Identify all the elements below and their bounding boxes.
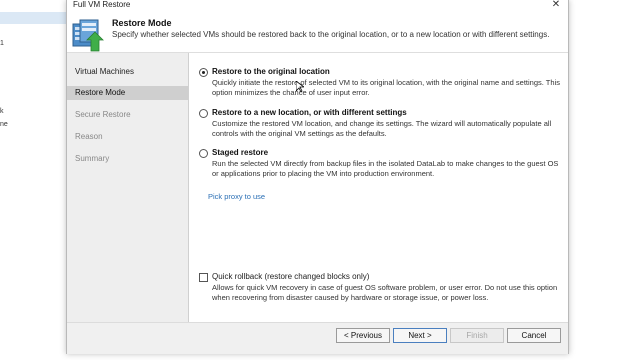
- background-app-area: [567, 0, 640, 360]
- quick-rollback-checkbox[interactable]: [199, 273, 208, 282]
- radio-original-location[interactable]: [199, 68, 208, 77]
- option-label[interactable]: Restore to the original location: [212, 67, 330, 76]
- option-description: Customize the restored VM location, and …: [212, 119, 552, 138]
- pick-proxy-link[interactable]: Pick proxy to use: [208, 192, 265, 201]
- option-label[interactable]: Staged restore: [212, 148, 268, 157]
- cancel-button[interactable]: Cancel: [507, 328, 561, 343]
- radio-new-location[interactable]: [199, 109, 208, 118]
- previous-button[interactable]: < Previous: [336, 328, 390, 343]
- quick-rollback-label[interactable]: Quick rollback (restore changed blocks o…: [212, 272, 369, 281]
- finish-button[interactable]: Finish: [450, 328, 504, 343]
- page-description: Specify whether selected VMs should be r…: [112, 30, 550, 39]
- restore-vm-icon: [72, 19, 104, 52]
- background-text-fragment: k: [0, 108, 4, 115]
- title-bar: Full VM Restore ✕: [67, 0, 568, 12]
- window-title: Full VM Restore: [73, 0, 131, 9]
- radio-staged-restore[interactable]: [199, 149, 208, 158]
- background-text-fragment: ne: [0, 121, 8, 128]
- full-vm-restore-dialog: Full VM Restore ✕ Restore Mode Specify w…: [66, 0, 569, 354]
- step-restore-mode[interactable]: Restore Mode: [67, 86, 188, 100]
- page-title: Restore Mode: [112, 18, 172, 28]
- step-virtual-machines[interactable]: Virtual Machines: [67, 65, 188, 79]
- background-text-fragment: 1: [0, 40, 4, 47]
- option-description: Run the selected VM directly from backup…: [212, 159, 559, 178]
- background-app-panel: 1 k ne: [0, 0, 66, 360]
- quick-rollback-description: Allows for quick VM recovery in case of …: [212, 283, 558, 302]
- wizard-steps-sidebar: Virtual Machines Restore Mode Secure Res…: [67, 53, 189, 322]
- mouse-cursor-icon: [296, 81, 304, 93]
- option-label[interactable]: Restore to a new location, or with diffe…: [212, 108, 407, 117]
- background-selected-row: [0, 12, 66, 24]
- step-summary[interactable]: Summary: [67, 152, 188, 166]
- step-reason[interactable]: Reason: [67, 130, 188, 144]
- wizard-content: Restore to the original location Quickly…: [189, 53, 568, 322]
- wizard-header: Restore Mode Specify whether selected VM…: [67, 12, 568, 53]
- next-button[interactable]: Next >: [393, 328, 447, 343]
- close-button[interactable]: ✕: [550, 0, 562, 11]
- option-description: Quickly initiate the restore of selected…: [212, 78, 560, 97]
- step-secure-restore[interactable]: Secure Restore: [67, 108, 188, 122]
- wizard-footer: < Previous Next > Finish Cancel: [67, 322, 568, 354]
